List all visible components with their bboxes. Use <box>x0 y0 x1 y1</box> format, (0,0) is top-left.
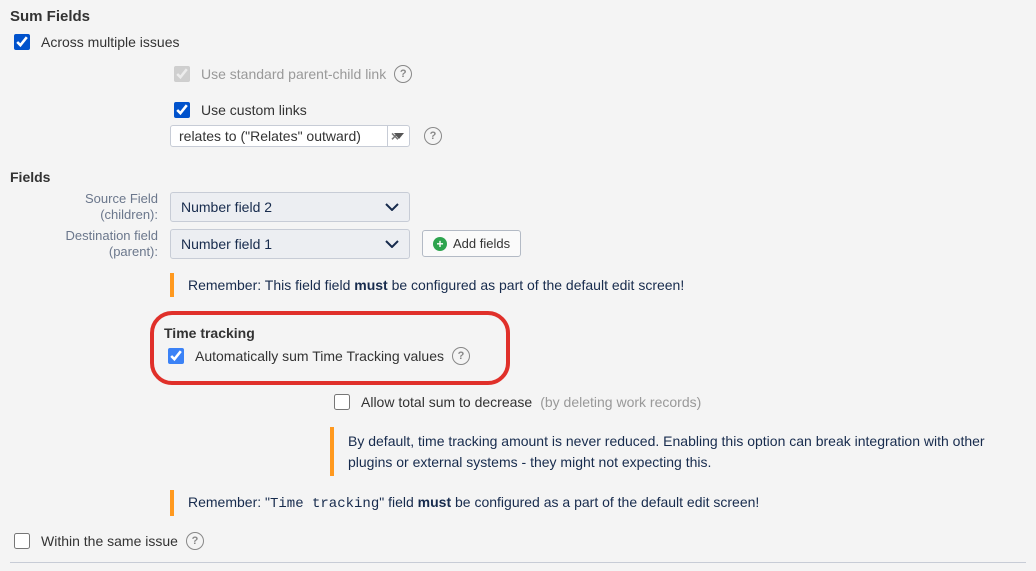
parent-child-label: Use standard parent-child link <box>201 66 386 82</box>
source-field-value: Number field 2 <box>181 199 272 215</box>
help-icon[interactable]: ? <box>394 65 412 83</box>
allow-decrease-suffix: (by deleting work records) <box>540 394 701 410</box>
divider <box>10 562 1026 563</box>
source-field-select[interactable]: Number field 2 <box>170 192 410 222</box>
allow-decrease-label: Allow total sum to decrease <box>361 394 532 410</box>
dest-field-select[interactable]: Number field 1 <box>170 229 410 259</box>
fields-heading: Fields <box>10 169 1026 185</box>
plus-icon: + <box>433 237 447 251</box>
custom-links-select[interactable]: relates to ("Relates" outward) × <box>170 125 410 147</box>
allow-decrease-note: By default, time tracking amount is neve… <box>330 427 1026 476</box>
chevron-down-icon <box>385 203 399 211</box>
custom-links-label: Use custom links <box>201 102 307 118</box>
allow-decrease-checkbox[interactable] <box>334 394 350 410</box>
help-icon[interactable]: ? <box>452 347 470 365</box>
time-tracking-heading: Time tracking <box>164 325 492 341</box>
chevron-down-icon <box>385 240 399 248</box>
parent-child-checkbox <box>174 66 190 82</box>
dest-field-value: Number field 1 <box>181 236 272 252</box>
page-title: Sum Fields <box>10 8 1026 25</box>
dropdown-toggle[interactable] <box>387 126 409 146</box>
time-tracking-note: Remember: "Time tracking" field must be … <box>170 490 1010 516</box>
help-icon[interactable]: ? <box>424 127 442 145</box>
across-multiple-label: Across multiple issues <box>41 34 180 50</box>
source-field-label: Source Field(children): <box>10 191 158 222</box>
help-icon[interactable]: ? <box>186 532 204 550</box>
across-multiple-checkbox[interactable] <box>14 34 30 50</box>
same-issue-checkbox[interactable] <box>14 533 30 549</box>
custom-links-value: relates to ("Relates" outward) <box>179 128 361 144</box>
same-issue-label: Within the same issue <box>41 533 178 549</box>
auto-sum-checkbox[interactable] <box>168 348 184 364</box>
time-tracking-highlight: Time tracking Automatically sum Time Tra… <box>150 311 510 385</box>
dest-field-label: Destination field(parent): <box>10 228 158 259</box>
custom-links-checkbox[interactable] <box>174 102 190 118</box>
auto-sum-label: Automatically sum Time Tracking values <box>195 348 444 364</box>
field-note: Remember: This field field must be confi… <box>170 273 1010 297</box>
add-fields-label: Add fields <box>453 236 510 251</box>
add-fields-button[interactable]: + Add fields <box>422 230 521 257</box>
